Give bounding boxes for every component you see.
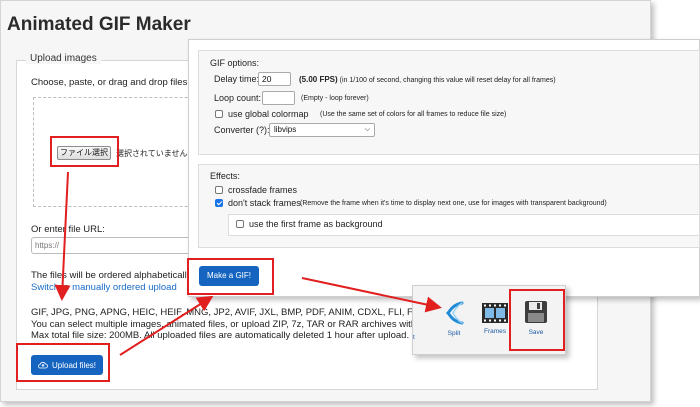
cloud-upload-icon — [38, 362, 48, 369]
crossfade-checkbox[interactable] — [215, 186, 223, 194]
make-gif-button[interactable]: Make a GIF! — [199, 266, 259, 286]
frames-tool[interactable]: Frames — [477, 297, 513, 345]
global-colormap-checkbox[interactable] — [215, 110, 223, 118]
ordered-note: The files will be ordered alphabetically… — [31, 270, 194, 281]
fps-value: (5.00 FPS) — [299, 75, 338, 84]
crossfade-label: crossfade frames — [228, 185, 298, 195]
url-label: Or enter file URL: — [31, 224, 105, 235]
global-colormap-hint: (Use the same set of colors for all fram… — [320, 111, 507, 118]
loop-hint: (Empty - loop forever) — [301, 95, 369, 102]
manual-order-link[interactable]: Switch to manually ordered upload — [31, 282, 177, 293]
delay-label: Delay time: — [214, 74, 260, 84]
delay-hint: (5.00 FPS) (in 1/100 of second, changing… — [299, 75, 556, 84]
first-frame-bg-checkbox[interactable] — [236, 220, 244, 228]
upload-instruction: Choose, paste, or drag and drop files he… — [31, 77, 209, 88]
loop-label: Loop count: — [214, 93, 262, 103]
chevron-down-icon: ⌵ — [364, 126, 370, 133]
converter-select[interactable]: libvips ⌵ — [269, 123, 375, 137]
floppy-disk-icon — [525, 301, 547, 323]
save-tool[interactable]: Save — [516, 297, 556, 345]
split-tool[interactable]: Split — [436, 297, 472, 345]
film-strip-icon — [482, 303, 508, 323]
global-colormap-label: use global colormap — [228, 109, 309, 119]
gif-options-heading: GIF options: — [210, 58, 260, 68]
upload-button-label: Upload files! — [51, 360, 97, 370]
toolbar-partial-label: t — [413, 334, 415, 341]
split-icon — [445, 301, 464, 325]
frames-label: Frames — [483, 328, 507, 335]
file-status-text: 選択されていません — [116, 149, 188, 158]
upload-files-button[interactable]: Upload files! — [31, 355, 103, 375]
choose-file-button[interactable]: ファイル選択 — [57, 146, 111, 160]
split-label: Split — [447, 330, 461, 337]
page-title: Animated GIF Maker — [7, 14, 191, 35]
loop-count-input[interactable] — [262, 91, 295, 105]
url-input[interactable] — [31, 237, 191, 254]
save-label: Save — [528, 329, 544, 336]
dont-stack-hint: (Remove the frame when it's time to disp… — [300, 200, 607, 207]
delay-hint-text: (in 1/100 of second, changing this value… — [339, 77, 556, 84]
effects-heading: Effects: — [210, 171, 240, 181]
upload-legend: Upload images — [26, 53, 101, 64]
converter-value: libvips — [274, 125, 297, 134]
dont-stack-label: don't stack frames — [228, 198, 301, 208]
dont-stack-checkbox[interactable] — [215, 199, 223, 207]
first-frame-bg-label: use the first frame as background — [249, 219, 383, 229]
converter-label: Converter (?): — [214, 125, 270, 135]
delay-input[interactable]: 20 — [258, 72, 291, 86]
